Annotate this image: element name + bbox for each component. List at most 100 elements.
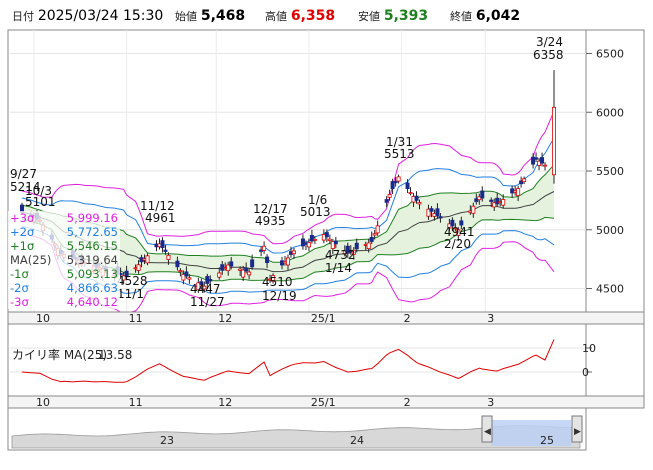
legend-name: +2σ: [10, 225, 35, 239]
candle-body: [396, 176, 401, 182]
deviation-tick-label: 0: [582, 366, 589, 379]
annotation-date: 2/20: [444, 237, 471, 251]
legend-value: 5,999.16: [66, 211, 118, 225]
price-tick-label: 6000: [596, 106, 624, 119]
legend-name: +3σ: [10, 211, 35, 225]
legend-row: -1σ 5,093.13: [10, 267, 118, 281]
candle-body: [543, 164, 548, 167]
candle-body: [327, 238, 332, 241]
annotation-date: 12/19: [262, 289, 297, 303]
indicator-legend: +3σ 5,999.16 +2σ 5,772.65 +1σ 5,546.15 MA(25) 5…: [8, 211, 120, 309]
candle-body: [354, 242, 359, 250]
price-tick-label: 6500: [596, 48, 624, 61]
candle-body: [187, 277, 192, 280]
legend-value: 5,546.15: [66, 239, 118, 253]
candle-body: [534, 157, 539, 160]
deviation-tick-label: 10: [582, 342, 596, 355]
annotation-value: 4961: [145, 211, 176, 225]
candle-body: [324, 232, 329, 238]
candle-body: [178, 270, 183, 272]
legend-row: +1σ 5,546.15: [10, 239, 118, 253]
candle-body: [217, 272, 222, 278]
annotation-value: 4732: [325, 248, 356, 262]
legend-row: +3σ 5,999.16: [10, 211, 118, 225]
candle-body: [414, 195, 419, 201]
candle-body: [435, 208, 440, 217]
candle-body: [244, 267, 249, 272]
candle-body: [489, 199, 494, 202]
legend-value: 5,093.13: [66, 267, 118, 281]
navigator-year-24: 24: [350, 434, 364, 447]
candle-body: [160, 240, 165, 249]
legend-value: 5,319.64: [66, 253, 118, 267]
price-tick-label: 5500: [596, 165, 624, 178]
annotation-value: 4447: [190, 282, 221, 296]
candle-body: [372, 233, 377, 236]
candle-body: [175, 260, 180, 268]
legend-value: 4,866.63: [66, 281, 118, 295]
candle-body: [522, 178, 527, 183]
candle-body: [291, 250, 296, 255]
candle-body: [285, 257, 290, 266]
candle-body: [408, 192, 413, 194]
month-tick-label: 10: [36, 312, 50, 325]
month-tick-label: 11: [129, 312, 143, 325]
annotation-value: 5513: [384, 147, 415, 161]
legend-name: -2σ: [10, 281, 29, 295]
legend-row: -2σ 4,866.63: [10, 281, 118, 295]
month-tick-label: 12: [218, 312, 232, 325]
chevron-left-icon: ◀: [484, 427, 491, 437]
candle-body: [393, 180, 398, 184]
legend-name: -1σ: [10, 267, 29, 281]
candle-body: [405, 182, 410, 190]
candle-body: [184, 271, 189, 277]
month-tick-label: 2: [404, 312, 411, 325]
annotation-date: 1/14: [325, 261, 352, 275]
candle-body: [333, 240, 338, 245]
month-tick-label: 3: [487, 312, 494, 325]
legend-row: MA(25) 5,319.64: [10, 253, 118, 267]
candle-body: [540, 157, 545, 164]
price-tick-label: 4500: [596, 283, 624, 296]
navigator-year-25: 25: [540, 434, 554, 447]
candle-body: [163, 249, 168, 252]
legend-name: +1σ: [10, 239, 35, 253]
legend-row: -3σ 4,640.12: [10, 295, 118, 309]
candle-body: [229, 261, 234, 267]
candle-body: [480, 190, 485, 199]
month-tick-label: 12: [218, 396, 232, 409]
annotation-value: 4528: [117, 274, 148, 288]
candle-body: [300, 238, 305, 247]
candle-body: [366, 242, 371, 250]
price-axis: 6500 6000 5500 5000 4500: [586, 48, 624, 296]
candle-body: [262, 245, 267, 251]
legend-value: 4,640.12: [66, 295, 118, 309]
deviation-label: カイリ率 MA(25): [12, 347, 107, 362]
candle-body: [417, 202, 422, 205]
candle-body: [375, 225, 380, 234]
month-tick-label: 25/1: [311, 396, 336, 409]
month-tick-label: 10: [36, 396, 50, 409]
month-tick-label: 25/1: [311, 312, 336, 325]
candle-body: [265, 256, 270, 264]
legend-name: -3σ: [10, 295, 29, 309]
legend-name: MA(25): [10, 253, 52, 267]
candle-body: [369, 236, 374, 242]
legend-row: +2σ 5,772.65: [10, 225, 118, 239]
candle-body: [516, 188, 521, 197]
candle-body: [384, 199, 389, 203]
navigator-selection[interactable]: [491, 420, 571, 446]
annotation-value: 5101: [25, 195, 56, 209]
annotation-value: 5013: [300, 205, 331, 219]
deviation-value: 13.58: [98, 348, 132, 362]
legend-value: 5,772.65: [66, 225, 118, 239]
candle-body: [552, 106, 557, 176]
annotation-value: 4510: [262, 275, 293, 289]
month-tick-label: 11: [129, 396, 143, 409]
candle-body: [387, 194, 392, 198]
annotation-date: 11/27: [190, 295, 225, 309]
candle-body: [247, 271, 252, 276]
candle-body: [208, 279, 213, 282]
annotation-value: 6358: [533, 48, 564, 62]
candle-body: [429, 208, 434, 212]
